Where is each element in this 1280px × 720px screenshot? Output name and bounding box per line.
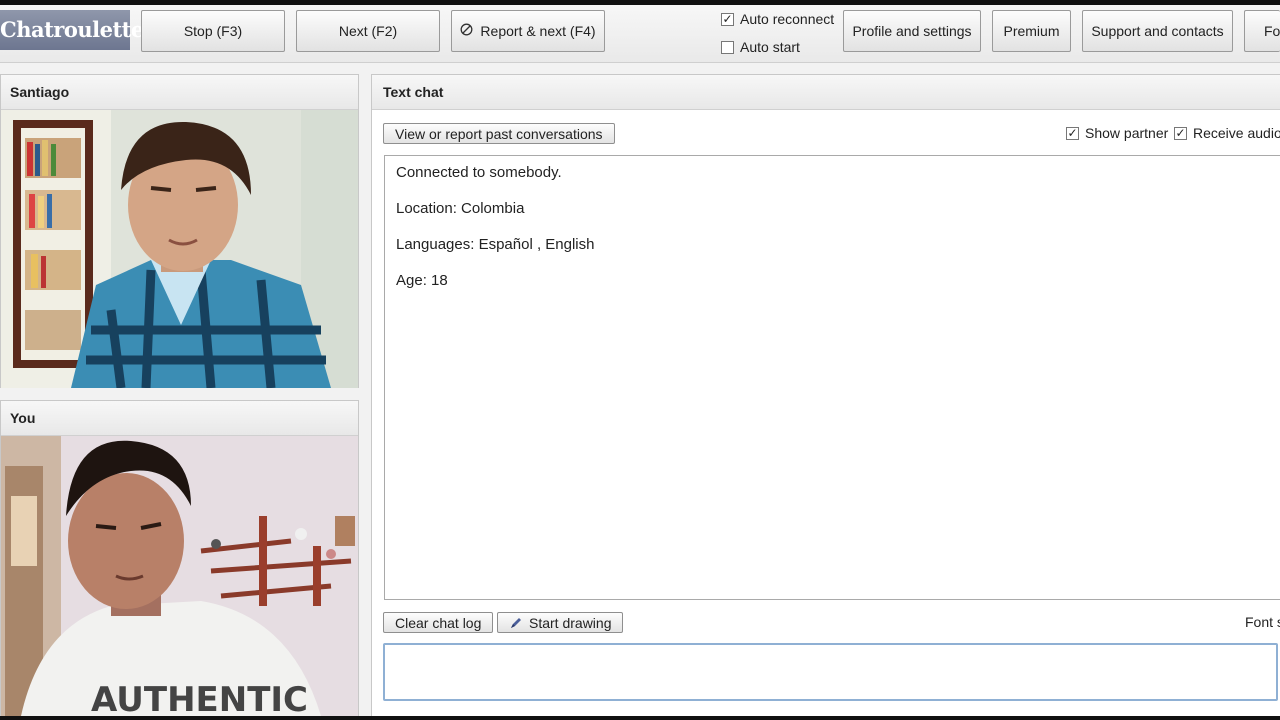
premium-button[interactable]: Premium bbox=[992, 10, 1071, 52]
partner-webcam-image bbox=[1, 110, 358, 388]
self-video-panel: You AUTHENTIC bbox=[0, 400, 359, 716]
chat-message-input[interactable] bbox=[383, 643, 1278, 701]
receive-audio-label: Receive audio bbox=[1193, 125, 1280, 141]
chat-log[interactable]: Connected to somebody. Location: Colombi… bbox=[384, 155, 1280, 600]
support-contacts-button[interactable]: Support and contacts bbox=[1082, 10, 1233, 52]
start-drawing-button[interactable]: Start drawing bbox=[497, 612, 624, 633]
receive-audio-checkbox[interactable]: ✓ Receive audio bbox=[1174, 125, 1280, 141]
stop-button-label: Stop (F3) bbox=[183, 23, 243, 39]
self-name: You bbox=[1, 401, 358, 436]
chatroulette-app: Chatroulette Stop (F3) Next (F2) Report … bbox=[0, 5, 1280, 716]
next-button[interactable]: Next (F2) bbox=[296, 10, 440, 52]
checkmark-icon: ✓ bbox=[721, 11, 734, 26]
chat-message: Languages: Español , English bbox=[396, 236, 595, 253]
show-partner-checkbox[interactable]: ✓ Show partner bbox=[1066, 125, 1168, 141]
self-webcam-image: AUTHENTIC bbox=[1, 436, 358, 716]
start-drawing-label: Start drawing bbox=[529, 614, 612, 631]
chatroulette-logo[interactable]: Chatroulette bbox=[0, 10, 144, 50]
chat-message: Age: 18 bbox=[396, 272, 448, 289]
profile-settings-label: Profile and settings bbox=[852, 23, 972, 39]
unchecked-box-icon bbox=[721, 40, 734, 54]
text-chat-panel: Text chat View or report past conversati… bbox=[371, 74, 1280, 716]
report-next-button[interactable]: Report & next (F4) bbox=[451, 10, 605, 52]
premium-label: Premium bbox=[1003, 23, 1060, 39]
cutoff-toolbar-button[interactable]: Fo bbox=[1244, 10, 1280, 52]
partner-name: Santiago bbox=[1, 75, 358, 110]
stop-button[interactable]: Stop (F3) bbox=[141, 10, 285, 52]
auto-reconnect-checkbox[interactable]: ✓ Auto reconnect bbox=[721, 11, 834, 27]
show-partner-label: Show partner bbox=[1085, 125, 1169, 141]
svg-text:AUTHENTIC: AUTHENTIC bbox=[91, 680, 308, 716]
clear-chat-log-button[interactable]: Clear chat log bbox=[383, 612, 494, 633]
cutoff-button-label: Fo bbox=[1264, 23, 1280, 39]
partner-video-panel: Santiago bbox=[0, 74, 359, 388]
checkmark-icon: ✓ bbox=[1174, 125, 1187, 140]
auto-start-checkbox[interactable]: Auto start bbox=[721, 39, 800, 55]
text-chat-title: Text chat bbox=[372, 75, 1280, 110]
next-button-label: Next (F2) bbox=[338, 23, 398, 39]
partner-video-feed bbox=[1, 110, 358, 388]
self-video-feed: AUTHENTIC bbox=[1, 436, 358, 716]
report-next-label: Report & next (F4) bbox=[480, 23, 596, 39]
view-report-label: View or report past conversations bbox=[395, 125, 603, 142]
support-contacts-label: Support and contacts bbox=[1091, 23, 1224, 39]
font-size-label: Font s bbox=[1245, 614, 1280, 630]
profile-settings-button[interactable]: Profile and settings bbox=[843, 10, 981, 52]
checkmark-icon: ✓ bbox=[1066, 125, 1079, 140]
pencil-icon bbox=[509, 616, 523, 630]
chat-message: Location: Colombia bbox=[396, 200, 525, 217]
prohibited-icon bbox=[460, 23, 473, 39]
auto-reconnect-label: Auto reconnect bbox=[740, 11, 835, 27]
chat-message: Connected to somebody. bbox=[396, 164, 562, 181]
clear-chat-label: Clear chat log bbox=[395, 614, 482, 631]
auto-start-label: Auto start bbox=[740, 39, 800, 55]
top-toolbar: Chatroulette Stop (F3) Next (F2) Report … bbox=[0, 5, 1280, 63]
view-report-conversations-button[interactable]: View or report past conversations bbox=[383, 123, 615, 144]
